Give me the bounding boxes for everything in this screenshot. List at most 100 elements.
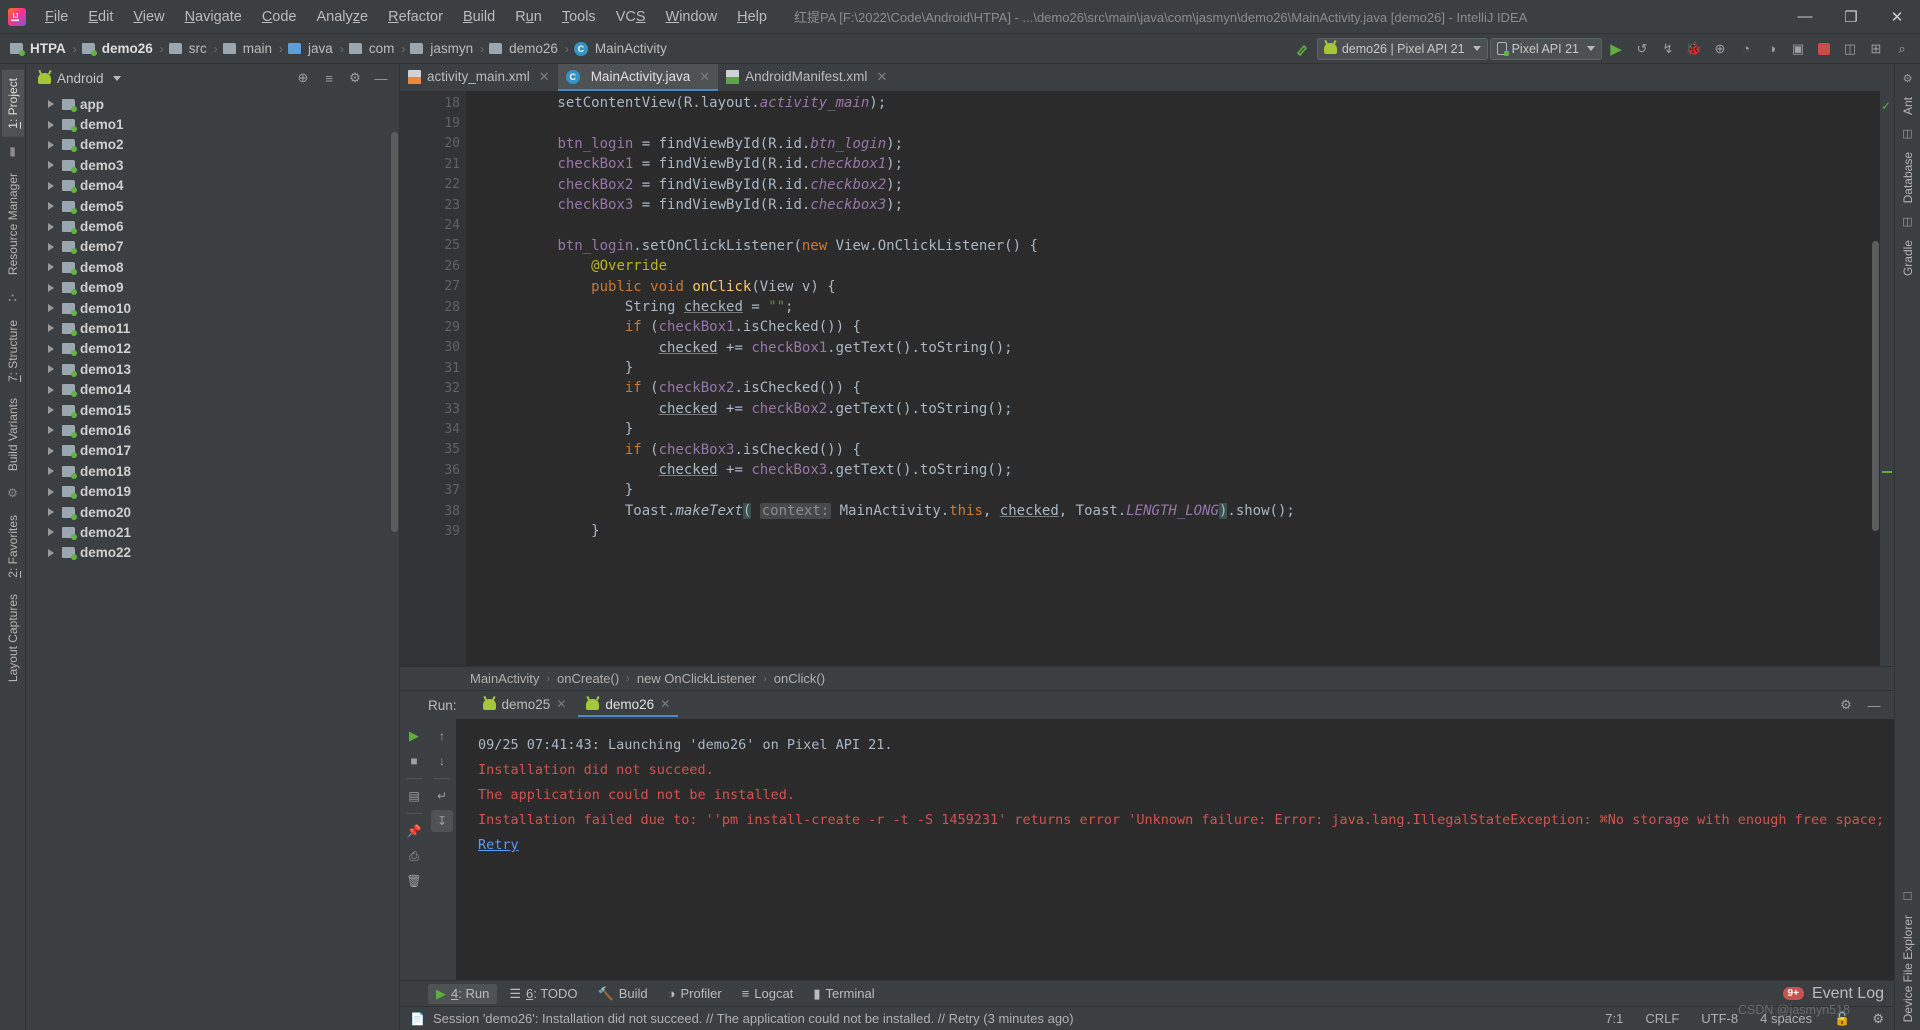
menu-help[interactable]: Help bbox=[728, 5, 776, 29]
run-tab-demo25[interactable]: demo25 ✕ bbox=[475, 694, 575, 717]
tree-item-demo16[interactable]: demo16 bbox=[26, 420, 399, 440]
menu-navigate[interactable]: Navigate bbox=[176, 5, 251, 29]
tree-item-demo22[interactable]: demo22 bbox=[26, 543, 399, 563]
sidebar-tab-structure[interactable]: 7: Structure bbox=[2, 312, 24, 390]
tree-item-demo11[interactable]: demo11 bbox=[26, 318, 399, 338]
build-hammer-icon[interactable] bbox=[1291, 37, 1315, 61]
expand-arrow-icon[interactable] bbox=[48, 263, 54, 272]
layout-icon[interactable]: ▤ bbox=[403, 785, 425, 807]
scroll-to-end-icon[interactable]: ↧ bbox=[431, 810, 453, 832]
tree-item-demo18[interactable]: demo18 bbox=[26, 461, 399, 481]
menu-edit[interactable]: Edit bbox=[79, 5, 122, 29]
menu-view[interactable]: View bbox=[124, 5, 173, 29]
editor-breadcrumb-item[interactable]: MainActivity bbox=[470, 671, 539, 686]
tree-item-demo17[interactable]: demo17 bbox=[26, 441, 399, 461]
scroll-up-icon[interactable]: ↑ bbox=[431, 725, 453, 747]
close-tab-icon[interactable]: ✕ bbox=[539, 69, 550, 85]
bottom-tab-logcat[interactable]: ≡ Logcat bbox=[734, 984, 802, 1003]
bottom-tab-todo[interactable]: ☰ 6: TODO bbox=[501, 984, 585, 1004]
project-tree[interactable]: app demo1 demo2 demo3 demo4 demo5 demo6 … bbox=[26, 92, 399, 1030]
sidebar-tab-layout-captures[interactable]: Layout Captures bbox=[2, 586, 24, 690]
retry-link[interactable]: Retry bbox=[478, 837, 519, 853]
menu-build[interactable]: Build bbox=[454, 5, 504, 29]
rerun-icon[interactable]: ▶ bbox=[403, 725, 425, 747]
tree-item-demo9[interactable]: demo9 bbox=[26, 278, 399, 298]
project-view-selector[interactable]: Android bbox=[57, 71, 104, 86]
close-tab-icon[interactable]: ✕ bbox=[556, 697, 566, 711]
tree-item-demo5[interactable]: demo5 bbox=[26, 196, 399, 216]
expand-arrow-icon[interactable] bbox=[48, 181, 54, 190]
breadcrumb-item-java[interactable]: java bbox=[288, 40, 335, 57]
breadcrumb-item-src[interactable]: src bbox=[168, 40, 209, 57]
tree-item-demo12[interactable]: demo12 bbox=[26, 339, 399, 359]
tree-item-app[interactable]: app bbox=[26, 94, 399, 114]
tree-item-demo10[interactable]: demo10 bbox=[26, 298, 399, 318]
tree-item-demo1[interactable]: demo1 bbox=[26, 114, 399, 134]
tree-item-demo4[interactable]: demo4 bbox=[26, 176, 399, 196]
expand-arrow-icon[interactable] bbox=[48, 426, 54, 435]
expand-arrow-icon[interactable] bbox=[48, 324, 54, 333]
run-configuration-selector[interactable]: demo26 | Pixel API 21 bbox=[1316, 37, 1488, 60]
chevron-down-icon[interactable] bbox=[112, 75, 121, 81]
editor-breadcrumb-item[interactable]: onClick() bbox=[774, 671, 825, 686]
tree-item-demo8[interactable]: demo8 bbox=[26, 257, 399, 277]
menu-file[interactable]: File bbox=[36, 5, 77, 29]
profile-icon[interactable]: ◔ bbox=[1734, 37, 1758, 61]
inspection-icon[interactable]: ⚙ bbox=[1872, 1011, 1884, 1027]
coverage-icon[interactable]: ◑ bbox=[1760, 37, 1784, 61]
editor-gutter[interactable]: 18 19 20 21 22 23 24 25− 26 o↑27− 28 29−… bbox=[400, 91, 496, 666]
menu-refactor[interactable]: Refactor bbox=[379, 5, 452, 29]
event-log-button[interactable]: Event Log bbox=[1812, 985, 1884, 1003]
layout-inspector-icon[interactable]: ◫ bbox=[1838, 37, 1862, 61]
tree-item-demo13[interactable]: demo13 bbox=[26, 359, 399, 379]
breadcrumb-item-htpa[interactable]: HTPA bbox=[10, 40, 68, 57]
editor-breadcrumb-item[interactable]: new OnClickListener bbox=[637, 671, 756, 686]
status-message[interactable]: Session 'demo26': Installation did not s… bbox=[433, 1011, 1074, 1026]
pin-icon[interactable]: 📌 bbox=[403, 820, 425, 842]
file-encoding[interactable]: UTF-8 bbox=[1701, 1011, 1738, 1026]
collapse-all-icon[interactable]: ≡ bbox=[317, 66, 341, 90]
expand-arrow-icon[interactable] bbox=[48, 120, 54, 129]
tree-item-demo7[interactable]: demo7 bbox=[26, 237, 399, 257]
sidebar-tab-build-variants[interactable]: Build Variants bbox=[2, 390, 24, 479]
expand-arrow-icon[interactable] bbox=[48, 304, 54, 313]
bottom-tab-profiler[interactable]: ◑ Profiler bbox=[660, 984, 730, 1003]
locate-icon[interactable]: ⊕ bbox=[291, 66, 315, 90]
sidebar-tab-gradle[interactable]: Gradle bbox=[1897, 232, 1919, 284]
breadcrumb-item-com[interactable]: com bbox=[348, 40, 397, 57]
menu-window[interactable]: Window bbox=[657, 5, 727, 29]
tree-item-demo2[interactable]: demo2 bbox=[26, 135, 399, 155]
close-tab-icon[interactable]: ✕ bbox=[876, 69, 887, 85]
tree-item-demo15[interactable]: demo15 bbox=[26, 400, 399, 420]
tree-item-demo14[interactable]: demo14 bbox=[26, 379, 399, 399]
expand-arrow-icon[interactable] bbox=[48, 508, 54, 516]
expand-arrow-icon[interactable] bbox=[48, 161, 54, 170]
line-separator[interactable]: CRLF bbox=[1645, 1011, 1679, 1026]
bottom-tab-terminal[interactable]: ▮ Terminal bbox=[805, 984, 882, 1004]
menu-code[interactable]: Code bbox=[253, 5, 306, 29]
run-tab-demo26[interactable]: demo26 ✕ bbox=[578, 694, 679, 717]
apply-changes-icon[interactable]: ↯ bbox=[1656, 37, 1680, 61]
expand-arrow-icon[interactable] bbox=[48, 406, 54, 415]
expand-arrow-icon[interactable] bbox=[48, 528, 54, 537]
expand-arrow-icon[interactable] bbox=[48, 385, 54, 394]
close-tab-icon[interactable]: ✕ bbox=[699, 69, 710, 85]
settings-gear-icon[interactable]: ⚙ bbox=[343, 66, 367, 90]
soft-wrap-icon[interactable]: ↵ bbox=[431, 785, 453, 807]
hide-panel-icon[interactable]: — bbox=[369, 66, 393, 90]
print-icon[interactable]: ⎙ bbox=[403, 845, 425, 867]
expand-arrow-icon[interactable] bbox=[48, 467, 54, 476]
inspection-ok-icon[interactable]: ✓ bbox=[1881, 99, 1891, 113]
bottom-tab-run[interactable]: ▶ 4: Run bbox=[428, 983, 498, 1004]
bottom-tab-build[interactable]: 🔨 Build bbox=[590, 984, 656, 1004]
editor-tab-activity-main-xml[interactable]: activity_main.xml ✕ bbox=[400, 64, 558, 91]
tree-item-demo6[interactable]: demo6 bbox=[26, 216, 399, 236]
editor-tab-androidmanifest-xml[interactable]: AndroidManifest.xml ✕ bbox=[718, 64, 895, 91]
expand-arrow-icon[interactable] bbox=[48, 222, 54, 231]
expand-arrow-icon[interactable] bbox=[48, 446, 54, 455]
breadcrumb-item-jasmyn[interactable]: jasmyn bbox=[410, 40, 475, 57]
breadcrumb-item-demo26[interactable]: demo26 bbox=[81, 40, 155, 57]
marker-tick[interactable] bbox=[1882, 471, 1892, 473]
clear-all-icon[interactable]: 🗑 bbox=[403, 870, 425, 892]
sidebar-tab-database[interactable]: Database bbox=[1897, 144, 1919, 211]
